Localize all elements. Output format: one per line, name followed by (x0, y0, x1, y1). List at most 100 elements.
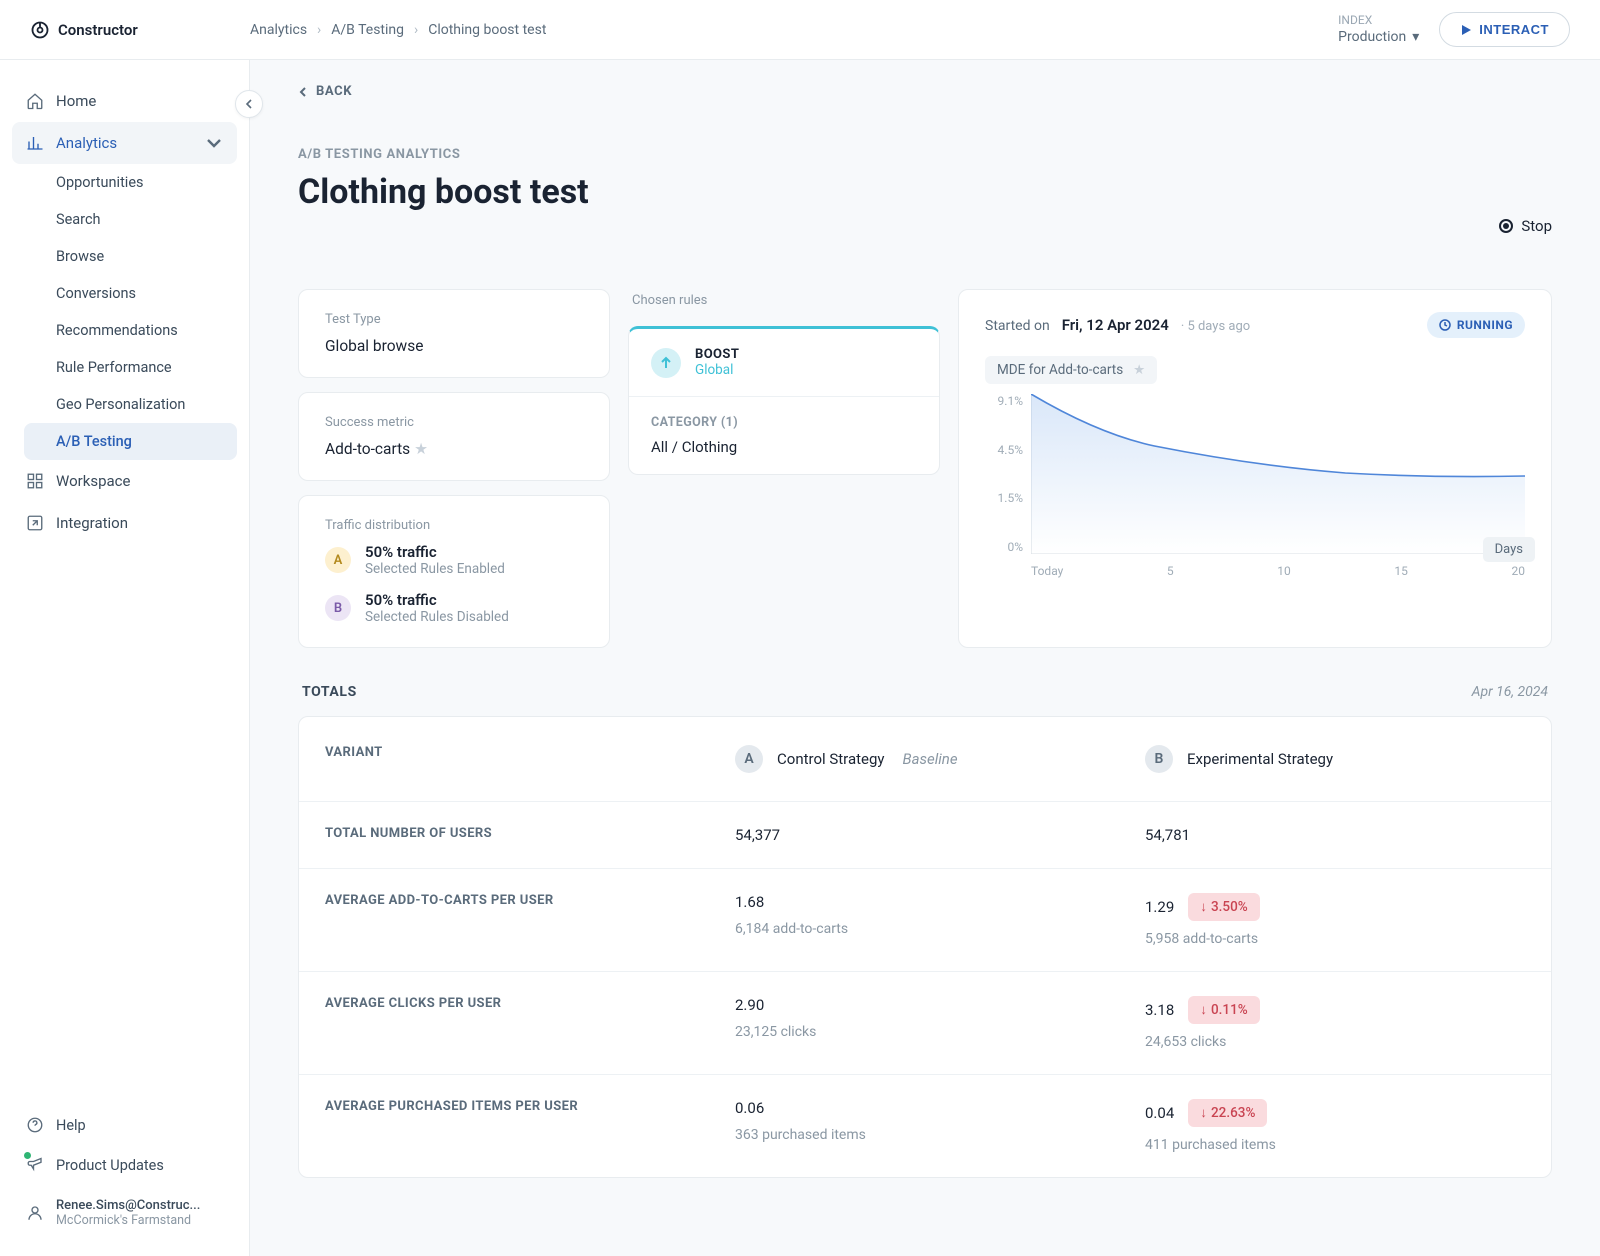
totals-heading: TOTALS (302, 684, 357, 700)
back-label: BACK (316, 84, 352, 99)
interact-label: INTERACT (1479, 22, 1549, 37)
x-tick: Today (1031, 564, 1063, 578)
user-account[interactable]: Renee.Sims@Construc... McCormick's Farms… (12, 1186, 237, 1240)
metric-sub-b: 24,653 clicks (1145, 1034, 1525, 1050)
rule-title: BOOST (695, 347, 739, 362)
chevron-left-icon (244, 99, 254, 109)
arrow-down-icon: ↓ (1200, 1105, 1207, 1121)
breadcrumb-abtesting[interactable]: A/B Testing (331, 22, 404, 38)
mde-chip: MDE for Add-to-carts ★ (985, 356, 1157, 384)
logo[interactable]: Constructor (30, 20, 250, 40)
metric-sub-b: 5,958 add-to-carts (1145, 931, 1525, 947)
sidebar-item-label: Product Updates (56, 1157, 164, 1174)
card-label: Success metric (325, 415, 583, 430)
chart-x-axis: Today 5 10 15 20 (985, 558, 1525, 578)
sidebar-item-browse[interactable]: Browse (24, 238, 237, 275)
traffic-distribution-card: Traffic distribution A 50% traffic Selec… (298, 495, 610, 648)
star-icon: ★ (1133, 362, 1145, 378)
success-metric-value: Add-to-carts (325, 440, 410, 458)
x-tick: 15 (1394, 564, 1408, 578)
analytics-subnav: Opportunities Search Browse Conversions … (12, 164, 237, 460)
metric-value-b: 54,781 (1145, 826, 1525, 844)
sidebar-item-label: Home (56, 92, 96, 110)
started-ago: · 5 days ago (1181, 319, 1250, 334)
variant-header: VARIANT (299, 717, 709, 801)
breadcrumb-analytics[interactable]: Analytics (250, 22, 307, 38)
traffic-pct: 50% traffic (365, 543, 505, 561)
sidebar-item-label: Browse (56, 248, 104, 265)
sidebar-item-analytics[interactable]: Analytics (12, 122, 237, 164)
stop-icon (1499, 219, 1513, 233)
status-badge: RUNNING (1427, 312, 1525, 338)
metric-sub-a: 6,184 add-to-carts (735, 921, 1093, 937)
boost-icon (651, 348, 681, 378)
stop-button[interactable]: Stop (1499, 217, 1552, 235)
metric-value-a: 0.06 (735, 1099, 1093, 1117)
mde-label: MDE for Add-to-carts (997, 362, 1123, 378)
sidebar-item-ab-testing[interactable]: A/B Testing (24, 423, 237, 460)
success-metric-card: Success metric Add-to-carts★ (298, 392, 610, 481)
sidebar-item-label: Conversions (56, 285, 136, 302)
stop-label: Stop (1521, 217, 1552, 235)
metric-value-a: 54,377 (735, 826, 1093, 844)
chevron-right-icon: › (317, 22, 321, 38)
user-org: McCormick's Farmstand (56, 1213, 200, 1228)
traffic-desc: Selected Rules Enabled (365, 561, 505, 577)
sidebar-item-geo-personalization[interactable]: Geo Personalization (24, 386, 237, 423)
collapse-sidebar-button[interactable] (235, 90, 263, 118)
y-tick: 0% (985, 540, 1023, 554)
card-label: Traffic distribution (325, 518, 583, 533)
breadcrumb-test[interactable]: Clothing boost test (428, 22, 546, 38)
chevron-left-icon (298, 87, 308, 97)
sidebar-item-label: Rule Performance (56, 359, 172, 376)
sidebar-item-search[interactable]: Search (24, 201, 237, 238)
metric-label: AVERAGE ADD-TO-CARTS PER USER (299, 869, 709, 971)
delta-value: 22.63% (1211, 1105, 1255, 1121)
sidebar-item-help[interactable]: Help (12, 1106, 237, 1144)
sidebar-item-product-updates[interactable]: Product Updates (12, 1144, 237, 1186)
grid-icon (26, 472, 44, 490)
sidebar: Home Analytics Opportunities Search Brow… (0, 60, 250, 1256)
index-selector[interactable]: INDEX Production▾ (1338, 13, 1419, 47)
totals-date: Apr 16, 2024 (1472, 684, 1548, 700)
chart-card: Started on Fri, 12 Apr 2024 · 5 days ago… (958, 289, 1552, 648)
variant-circle: A (735, 745, 763, 773)
sidebar-item-home[interactable]: Home (12, 80, 237, 122)
delta-badge: ↓0.11% (1188, 996, 1259, 1024)
sidebar-item-rule-performance[interactable]: Rule Performance (24, 349, 237, 386)
star-icon: ★ (414, 440, 428, 458)
traffic-pct: 50% traffic (365, 591, 509, 609)
sidebar-item-opportunities[interactable]: Opportunities (24, 164, 237, 201)
table-row: AVERAGE ADD-TO-CARTS PER USER 1.68 6,184… (299, 869, 1551, 972)
chevron-down-icon: ▾ (1412, 28, 1419, 46)
sidebar-item-conversions[interactable]: Conversions (24, 275, 237, 312)
sidebar-item-label: Workspace (56, 472, 130, 490)
arrow-down-icon: ↓ (1200, 899, 1207, 915)
days-chip[interactable]: Days (1483, 537, 1535, 562)
variant-name: Experimental Strategy (1187, 750, 1333, 768)
metric-sub-b: 411 purchased items (1145, 1137, 1525, 1153)
totals-table: VARIANT A Control Strategy Baseline B Ex… (298, 716, 1552, 1178)
delta-badge: ↓22.63% (1188, 1099, 1267, 1127)
y-tick: 4.5% (985, 443, 1023, 457)
breadcrumb: Analytics › A/B Testing › Clothing boost… (250, 22, 546, 38)
metric-value-a: 1.68 (735, 893, 1093, 911)
traffic-desc: Selected Rules Disabled (365, 609, 509, 625)
user-icon (26, 1204, 44, 1222)
sidebar-item-integration[interactable]: Integration (12, 502, 237, 544)
table-row: TOTAL NUMBER OF USERS 54,377 54,781 (299, 802, 1551, 869)
back-button[interactable]: BACK (298, 84, 1552, 99)
index-label: INDEX (1338, 13, 1419, 29)
y-tick: 9.1% (985, 394, 1023, 408)
sidebar-item-workspace[interactable]: Workspace (12, 460, 237, 502)
brand-name: Constructor (58, 21, 138, 39)
delta-value: 0.11% (1211, 1002, 1248, 1018)
delta-badge: ↓3.50% (1188, 893, 1259, 921)
chosen-rules-label: Chosen rules (628, 289, 940, 312)
category-value: All / Clothing (651, 438, 917, 456)
sidebar-item-recommendations[interactable]: Recommendations (24, 312, 237, 349)
totals-section: TOTALS Apr 16, 2024 VARIANT A Control St… (298, 684, 1552, 1178)
sidebar-item-label: Search (56, 211, 101, 228)
table-row: AVERAGE PURCHASED ITEMS PER USER 0.06 36… (299, 1075, 1551, 1177)
interact-button[interactable]: INTERACT (1439, 12, 1570, 47)
